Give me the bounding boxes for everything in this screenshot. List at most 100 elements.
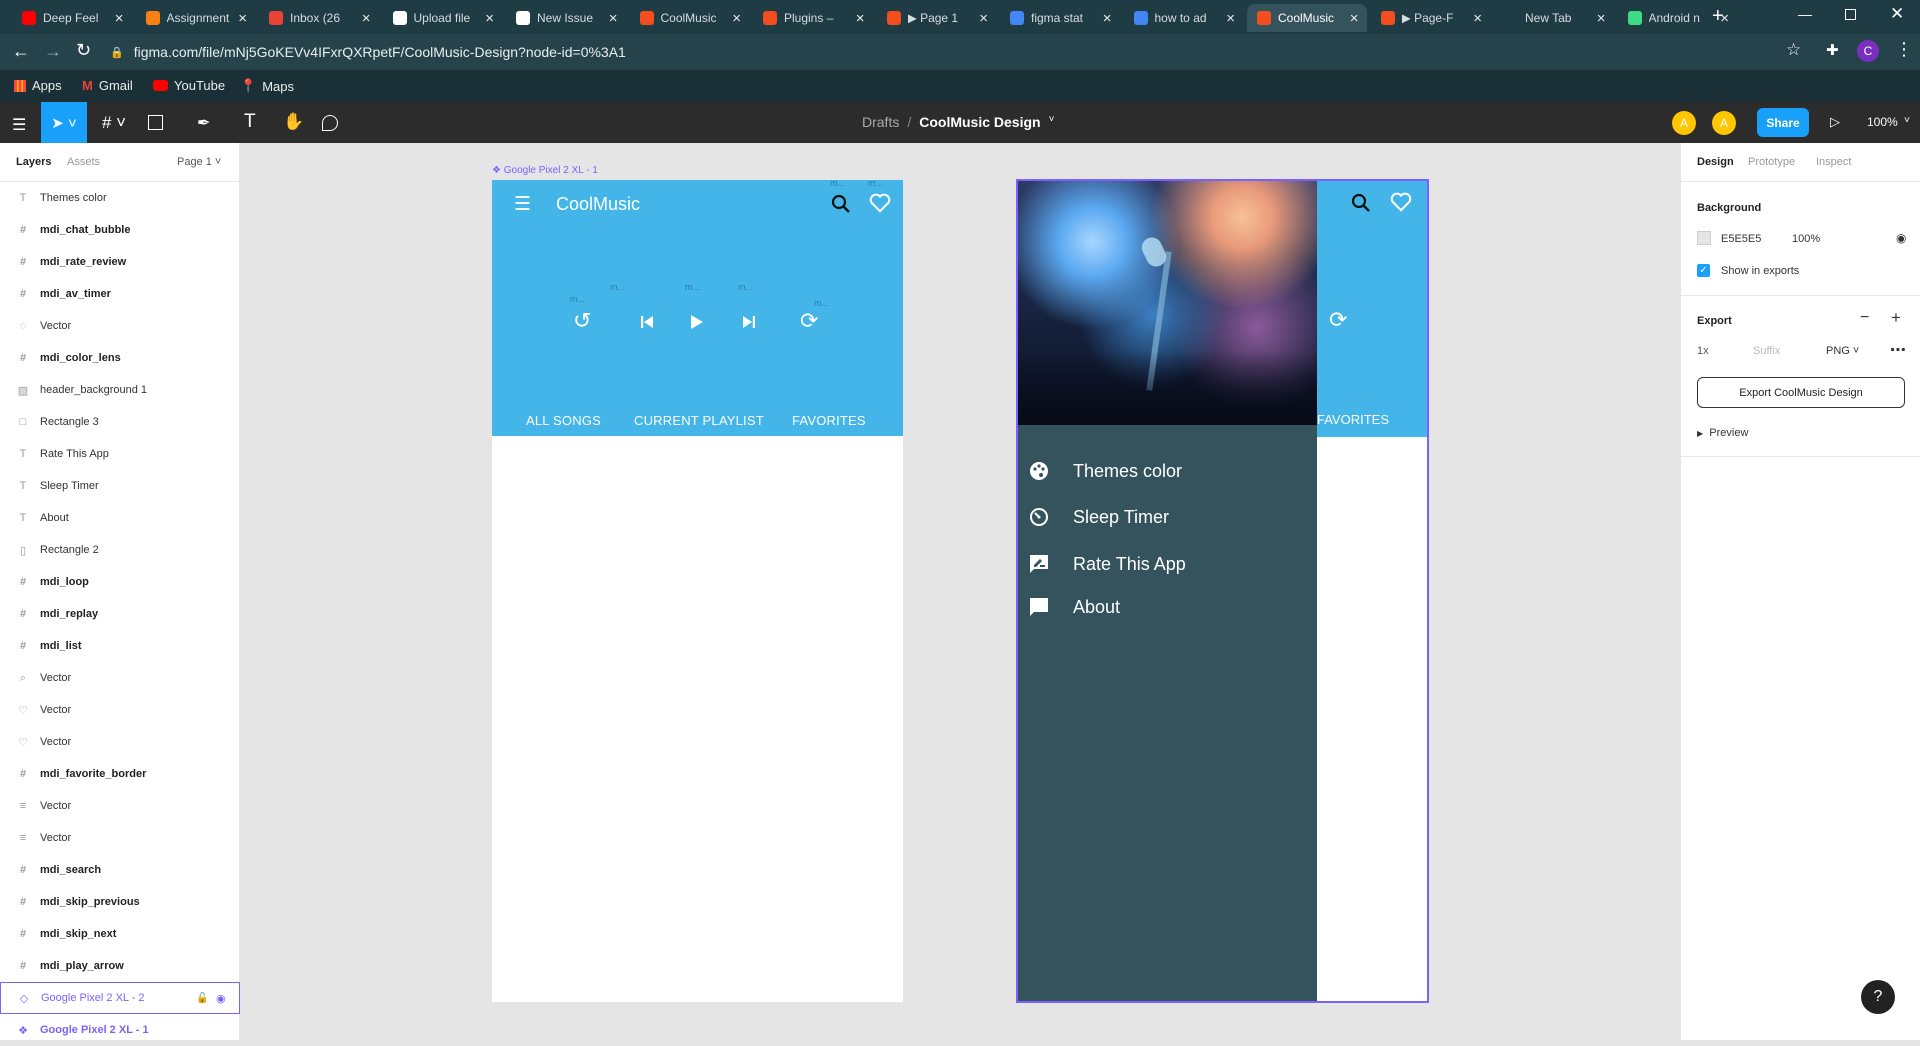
back-icon[interactable]: ←: [12, 41, 30, 62]
close-tab-icon[interactable]: ×: [115, 10, 124, 27]
layer-item[interactable]: # mdi_play_arrow: [0, 950, 240, 982]
zoom-level[interactable]: 100%: [1867, 115, 1898, 129]
browser-tab[interactable]: ▶ Page 1 ×: [877, 4, 997, 32]
skip-next-icon[interactable]: [742, 315, 756, 329]
layer-item[interactable]: T Sleep Timer: [0, 470, 240, 502]
close-tab-icon[interactable]: ×: [1350, 10, 1359, 27]
plus-icon[interactable]: +: [1891, 308, 1901, 328]
frame-tool-icon[interactable]: # ˅: [102, 113, 126, 133]
layer-item[interactable]: ≡ Vector: [0, 790, 240, 822]
loop-icon[interactable]: ⟳: [800, 308, 818, 334]
layer-item[interactable]: ♡ Vector: [0, 726, 240, 758]
layer-item[interactable]: # mdi_replay: [0, 598, 240, 630]
bookmark-youtube[interactable]: YouTube: [153, 78, 225, 93]
export-suffix-input[interactable]: Suffix: [1753, 345, 1780, 357]
browser-tab[interactable]: Inbox (26 ×: [259, 4, 379, 32]
layer-item[interactable]: # mdi_color_lens: [0, 342, 240, 374]
browser-tab[interactable]: CoolMusic ×: [630, 4, 750, 32]
close-tab-icon[interactable]: ×: [1597, 10, 1606, 27]
minimize-icon[interactable]: —: [1798, 6, 1812, 22]
tab-favorites[interactable]: FAVORITES: [1317, 412, 1389, 427]
bookmark-gmail[interactable]: M Gmail: [82, 78, 133, 93]
bookmark-apps[interactable]: Apps: [14, 78, 62, 93]
play-arrow-icon[interactable]: [690, 314, 704, 330]
drawer-item[interactable]: Themes color: [1018, 455, 1317, 487]
browser-tab[interactable]: CoolMusic ×: [1247, 4, 1367, 32]
drawer-item[interactable]: Sleep Timer: [1018, 501, 1317, 533]
text-tool-icon[interactable]: T: [244, 111, 256, 133]
layer-item[interactable]: ◌ Vector: [0, 310, 240, 342]
shape-tool-icon[interactable]: [148, 115, 163, 130]
layer-item[interactable]: # mdi_favorite_border: [0, 758, 240, 790]
more-options-icon[interactable]: ⋯: [1890, 340, 1906, 360]
tab-layers[interactable]: Layers: [16, 156, 51, 168]
new-tab-button[interactable]: +: [1712, 5, 1724, 28]
tab-favorites[interactable]: FAVORITES: [792, 413, 866, 428]
tab-prototype[interactable]: Prototype: [1748, 156, 1795, 168]
present-icon[interactable]: ▷: [1830, 114, 1840, 130]
tab-inspect[interactable]: Inspect: [1816, 156, 1851, 168]
phone-frame-1[interactable]: ☰ CoolMusic m... m... m... m... m... m..…: [492, 178, 903, 1002]
close-tab-icon[interactable]: ×: [362, 10, 371, 27]
tab-assets[interactable]: Assets: [67, 156, 100, 168]
drawer-item[interactable]: About: [1018, 591, 1317, 623]
help-button[interactable]: ?: [1861, 980, 1895, 1014]
reload-icon[interactable]: ↻: [76, 40, 91, 61]
breadcrumb-drafts[interactable]: Drafts: [862, 114, 899, 130]
close-tab-icon[interactable]: ×: [979, 10, 988, 27]
layer-selected-frame[interactable]: ◇ Google Pixel 2 XL - 2 🔓 ◉: [0, 982, 240, 1014]
address-bar[interactable]: 🔒 figma.com/file/mNj5GoKEVv4IFxrQXRpetF/…: [110, 38, 1790, 66]
move-tool-icon[interactable]: ➤ ˅: [41, 102, 87, 143]
layer-item[interactable]: # mdi_rate_review: [0, 246, 240, 278]
close-window-icon[interactable]: ✕: [1890, 4, 1904, 24]
close-tab-icon[interactable]: ×: [1473, 10, 1482, 27]
preview-toggle[interactable]: ▶ Preview: [1697, 427, 1748, 439]
pen-tool-icon[interactable]: ✒: [197, 113, 210, 133]
collaborator-avatar[interactable]: A: [1672, 111, 1696, 135]
layer-item[interactable]: ▨ header_background 1: [0, 374, 240, 406]
layer-frame[interactable]: ❖ Google Pixel 2 XL - 1: [0, 1014, 240, 1046]
forward-icon[interactable]: →: [44, 41, 62, 62]
file-name[interactable]: CoolMusic Design: [919, 114, 1040, 130]
frame-label[interactable]: ❖ Google Pixel 2 XL - 1: [492, 165, 598, 176]
browser-tab[interactable]: ▶ Page-F ×: [1371, 4, 1491, 32]
heart-outline-icon[interactable]: [1390, 192, 1412, 212]
browser-tab[interactable]: New Tab ×: [1494, 4, 1614, 32]
close-tab-icon[interactable]: ×: [1103, 10, 1112, 27]
close-tab-icon[interactable]: ×: [609, 10, 618, 27]
bookmark-maps[interactable]: 📍 Maps: [240, 78, 294, 94]
eye-icon[interactable]: ◉: [216, 992, 226, 1005]
layer-item[interactable]: # mdi_list: [0, 630, 240, 662]
minus-icon[interactable]: −: [1860, 309, 1869, 327]
main-menu-icon[interactable]: ☰: [12, 115, 26, 135]
close-tab-icon[interactable]: ×: [485, 10, 494, 27]
layer-item[interactable]: □ Rectangle 3: [0, 406, 240, 438]
eye-icon[interactable]: ◉: [1896, 231, 1906, 245]
search-icon[interactable]: [831, 194, 851, 214]
close-tab-icon[interactable]: ×: [732, 10, 741, 27]
page-selector[interactable]: Page 1 ˅: [177, 156, 221, 168]
layer-item[interactable]: # mdi_chat_bubble: [0, 214, 240, 246]
export-format-select[interactable]: PNG ˅: [1826, 345, 1859, 357]
browser-tab[interactable]: figma stat ×: [1000, 4, 1120, 32]
canvas[interactable]: [240, 143, 1680, 1040]
background-hex[interactable]: E5E5E5: [1721, 233, 1761, 245]
tab-all-songs[interactable]: ALL SONGS: [526, 413, 601, 428]
browser-tab[interactable]: Plugins – ×: [753, 4, 873, 32]
layer-item[interactable]: T About: [0, 502, 240, 534]
background-swatch[interactable]: [1697, 231, 1711, 245]
collaborator-avatar[interactable]: A: [1712, 111, 1736, 135]
replay-icon[interactable]: ↺: [573, 308, 591, 334]
chevron-down-icon[interactable]: ˅: [1049, 114, 1055, 130]
browser-tab[interactable]: Deep Feel ×: [12, 4, 132, 32]
tab-design[interactable]: Design: [1697, 156, 1734, 168]
close-tab-icon[interactable]: ×: [1226, 10, 1235, 27]
layer-item[interactable]: # mdi_search: [0, 854, 240, 886]
layer-item[interactable]: ⌕ Vector: [0, 662, 240, 694]
layer-item[interactable]: ≡ Vector: [0, 822, 240, 854]
menu-kebab-icon[interactable]: ⋮: [1895, 39, 1913, 60]
layer-item[interactable]: ♡ Vector: [0, 694, 240, 726]
search-icon[interactable]: [1351, 193, 1371, 213]
bookmark-star-icon[interactable]: ☆: [1786, 40, 1801, 60]
drawer-item[interactable]: Rate This App: [1018, 548, 1317, 580]
